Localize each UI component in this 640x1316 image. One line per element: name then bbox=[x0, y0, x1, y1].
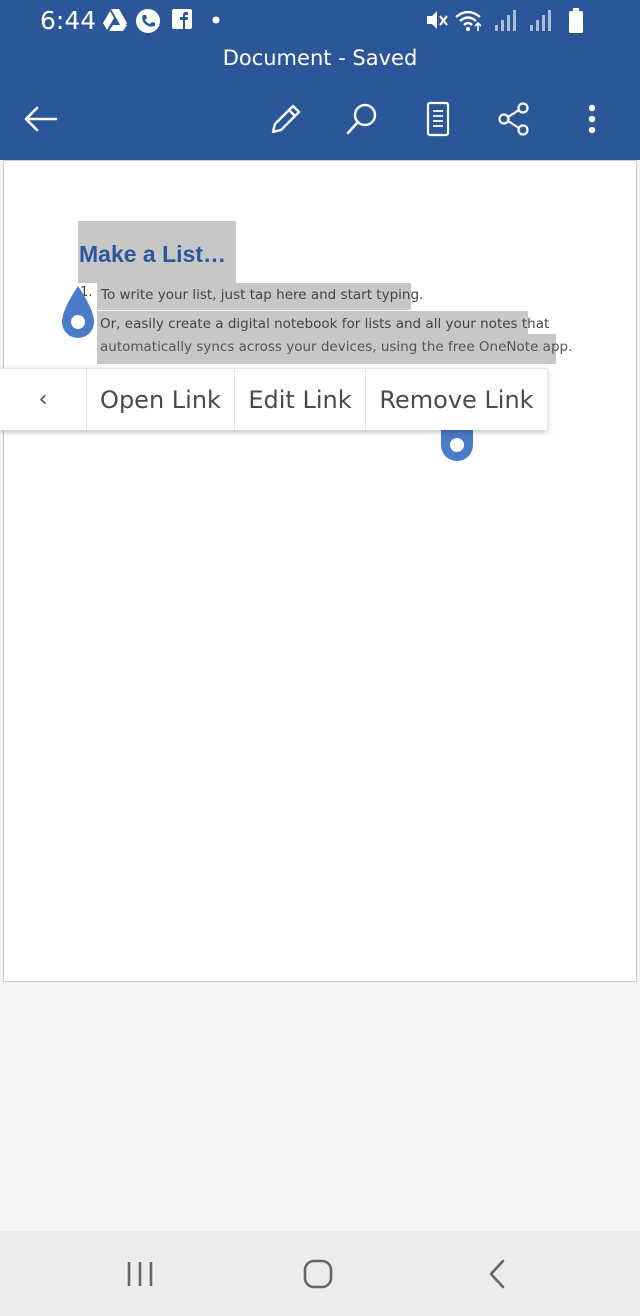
edit-pencil-icon bbox=[271, 104, 301, 134]
notification-dot-icon bbox=[212, 16, 220, 24]
search-icon bbox=[346, 103, 377, 135]
wifi-icon bbox=[455, 10, 482, 31]
document-heading[interactable]: Make a List… bbox=[79, 241, 226, 268]
more-options-button[interactable] bbox=[568, 95, 616, 143]
search-button[interactable] bbox=[338, 95, 386, 143]
list-item-link-text[interactable]: automatically syncs across your devices,… bbox=[100, 339, 572, 355]
share-icon bbox=[498, 102, 529, 136]
system-back-button[interactable] bbox=[467, 1251, 527, 1297]
selection-start-handle[interactable] bbox=[60, 284, 96, 340]
status-bar: 6:44 bbox=[0, 0, 640, 42]
battery-icon bbox=[569, 8, 583, 33]
status-right-icons bbox=[424, 8, 604, 34]
list-item-text[interactable]: To write your list, just tap here and st… bbox=[101, 287, 423, 303]
app-bar: 6:44 Document - Saved bbox=[0, 0, 640, 160]
facebook-icon bbox=[172, 9, 192, 29]
open-link-button[interactable]: Open Link bbox=[87, 369, 235, 430]
mobile-view-icon bbox=[426, 101, 450, 137]
remove-link-button[interactable]: Remove Link bbox=[366, 369, 547, 430]
home-button[interactable] bbox=[288, 1251, 348, 1297]
document-title: Document - Saved bbox=[222, 46, 418, 70]
phone-call-icon bbox=[136, 9, 160, 33]
link-context-menu: ‹ Open Link Edit Link Remove Link bbox=[0, 368, 547, 430]
system-navigation-bar bbox=[0, 1231, 640, 1316]
recent-apps-icon bbox=[127, 1262, 153, 1286]
back-button[interactable] bbox=[17, 95, 65, 143]
back-arrow-icon bbox=[24, 106, 58, 132]
list-item-text[interactable]: Or, easily create a digital notebook for… bbox=[100, 316, 549, 332]
recent-apps-button[interactable] bbox=[110, 1251, 170, 1297]
google-drive-icon bbox=[103, 9, 127, 31]
status-time: 6:44 bbox=[40, 6, 97, 35]
document-page[interactable]: Make a List… 1. To write your list, just… bbox=[3, 160, 637, 982]
share-button[interactable] bbox=[490, 95, 538, 143]
signal-icon bbox=[495, 10, 516, 31]
mute-icon bbox=[427, 11, 448, 29]
back-icon bbox=[489, 1259, 505, 1289]
signal-icon bbox=[530, 10, 551, 31]
more-vertical-icon bbox=[588, 104, 596, 134]
selection-end-handle[interactable] bbox=[439, 425, 475, 465]
edit-button[interactable] bbox=[262, 95, 310, 143]
home-icon bbox=[303, 1259, 333, 1289]
edit-link-button[interactable]: Edit Link bbox=[235, 369, 366, 430]
context-menu-back-button[interactable]: ‹ bbox=[0, 369, 87, 430]
mobile-view-button[interactable] bbox=[414, 95, 462, 143]
